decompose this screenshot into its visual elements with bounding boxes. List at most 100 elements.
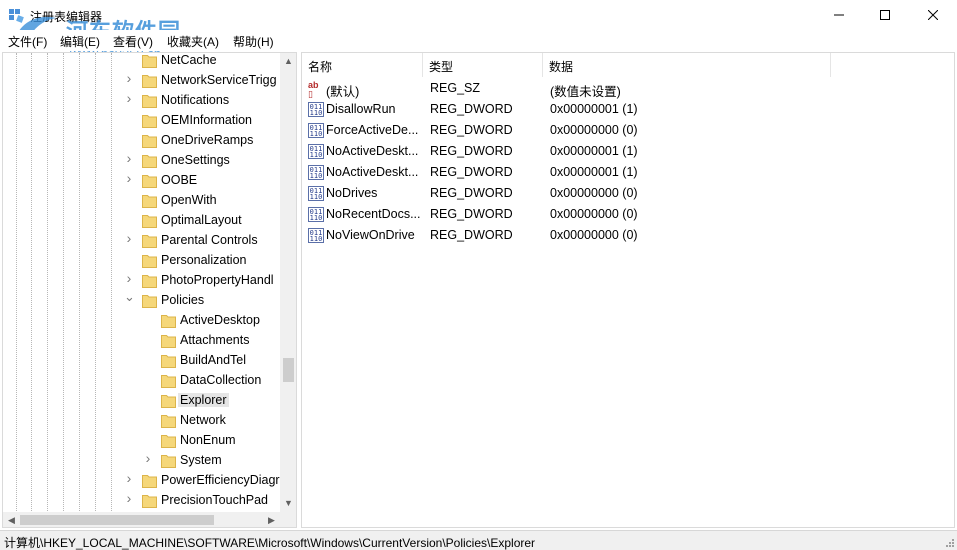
tree-vertical-scrollbar[interactable]: ▲ ▼	[280, 53, 296, 512]
tree-item-label: DataCollection	[180, 373, 262, 387]
tree-item[interactable]: Network	[3, 411, 280, 431]
dword-value-icon: 011 110	[308, 228, 324, 243]
value-row[interactable]: 011 110 NoViewOnDrive REG_DWORD 0x00000000 (…	[302, 225, 952, 246]
value-row[interactable]: 011 110 NoRecentDocs... REG_DWORD 0x00000000…	[302, 204, 952, 225]
folder-icon	[142, 195, 157, 208]
folder-icon	[142, 75, 157, 88]
value-row[interactable]: 011 110 NoActiveDeskt... REG_DWORD 0x0000000…	[302, 141, 952, 162]
dword-value-icon: 011 110	[308, 123, 324, 138]
value-row[interactable]: 011 110 DisallowRun REG_DWORD 0x00000001 (1)	[302, 99, 952, 120]
folder-icon	[161, 415, 176, 428]
scroll-corner	[280, 512, 296, 527]
tree-item[interactable]: NetCache	[3, 53, 280, 71]
value-type: REG_DWORD	[430, 144, 513, 158]
scroll-down-arrow-icon[interactable]: ▼	[280, 495, 296, 512]
tree-item[interactable]: › OneSettings	[3, 151, 280, 171]
tree-item[interactable]: Explorer	[3, 391, 280, 411]
menu-edit[interactable]: 编辑(E)	[60, 33, 100, 50]
chevron-right-icon[interactable]: ›	[124, 71, 134, 85]
value-type: REG_DWORD	[430, 228, 513, 242]
tree-item[interactable]: DataCollection	[3, 371, 280, 391]
values-list[interactable]: 名称 类型 数据 ab ▯ (默认) REG_SZ (数值未设置) 011 110 Disal…	[301, 52, 955, 528]
chevron-right-icon[interactable]: ›	[124, 171, 134, 185]
tree-item[interactable]: › PowerEfficiencyDiagr	[3, 471, 280, 491]
tree-item-label: OpenWith	[161, 193, 217, 207]
value-row[interactable]: ab ▯ (默认) REG_SZ (数值未设置)	[302, 78, 952, 100]
value-data: 0x00000001 (1)	[550, 144, 638, 158]
status-bar: 计算机\HKEY_LOCAL_MACHINE\SOFTWARE\Microsof…	[0, 530, 957, 550]
tree-vertical-scroll-thumb[interactable]	[283, 358, 294, 382]
folder-icon	[142, 95, 157, 108]
scroll-left-arrow-icon[interactable]: ◀	[3, 512, 20, 527]
tree-item-label: Explorer	[178, 393, 229, 407]
tree-item[interactable]: Personalization	[3, 251, 280, 271]
value-data: 0x00000000 (0)	[550, 228, 638, 242]
chevron-right-icon[interactable]: ›	[124, 151, 134, 165]
tree-item-label: PhotoPropertyHandl	[161, 273, 274, 287]
chevron-right-icon[interactable]: ›	[124, 471, 134, 485]
tree-item[interactable]: ⌄ Policies	[3, 290, 280, 311]
scroll-right-arrow-icon[interactable]: ▶	[263, 512, 280, 527]
menu-help[interactable]: 帮助(H)	[233, 33, 274, 50]
column-header-data[interactable]: 数据	[543, 53, 831, 77]
tree-item[interactable]: BuildAndTel	[3, 351, 280, 371]
tree-item[interactable]: OEMInformation	[3, 111, 280, 131]
tree-item[interactable]: › OOBE	[3, 171, 280, 191]
tree-horizontal-scroll-thumb[interactable]	[20, 515, 214, 525]
tree-item[interactable]: OpenWith	[3, 191, 280, 211]
tree-horizontal-scrollbar[interactable]: ◀ ▶	[3, 512, 280, 527]
dword-value-icon: 011 110	[308, 186, 324, 201]
window-title: 注册表编辑器	[30, 10, 103, 24]
value-name: NoActiveDeskt...	[326, 165, 419, 179]
chevron-right-icon[interactable]: ›	[124, 231, 134, 245]
tree-item[interactable]: NonEnum	[3, 431, 280, 451]
tree-item[interactable]: › Notifications	[3, 91, 280, 111]
folder-icon	[142, 215, 157, 228]
tree-item-label: BuildAndTel	[180, 353, 247, 367]
chevron-right-icon[interactable]: ›	[124, 491, 134, 505]
value-data: 0x00000000 (0)	[550, 186, 638, 200]
chevron-right-icon[interactable]: ›	[124, 271, 134, 285]
column-header-name[interactable]: 名称	[302, 53, 423, 77]
menu-view[interactable]: 查看(V)	[113, 33, 153, 50]
dword-value-icon: 011 110	[308, 165, 324, 180]
menu-favorites[interactable]: 收藏夹(A)	[167, 33, 219, 50]
minimize-icon	[834, 14, 844, 16]
tree-item[interactable]: › PhotoPropertyHandl	[3, 271, 280, 291]
close-button[interactable]	[910, 0, 956, 30]
value-type: REG_DWORD	[430, 207, 513, 221]
value-row[interactable]: 011 110 NoDrives REG_DWORD 0x00000000 (0)	[302, 183, 952, 204]
value-row[interactable]: 011 110 ForceActiveDe... REG_DWORD 0x0000000…	[302, 120, 952, 141]
tree-item[interactable]: OneDriveRamps	[3, 131, 280, 151]
tree-item[interactable]: Attachments	[3, 331, 280, 351]
minimize-button[interactable]	[816, 0, 862, 30]
value-type: REG_DWORD	[430, 165, 513, 179]
tree-item-label: OptimalLayout	[161, 213, 242, 227]
folder-icon	[142, 295, 157, 308]
tree-item[interactable]: ActiveDesktop	[3, 311, 280, 331]
value-row[interactable]: 011 110 NoActiveDeskt... REG_DWORD 0x0000000…	[302, 162, 952, 183]
menu-file[interactable]: 文件(F)	[8, 33, 47, 50]
tree-item[interactable]: › PrecisionTouchPad	[3, 491, 280, 511]
resize-grip-icon[interactable]	[945, 538, 955, 548]
chevron-right-icon[interactable]: ›	[124, 91, 134, 105]
registry-path: 计算机\HKEY_LOCAL_MACHINE\SOFTWARE\Microsof…	[4, 536, 536, 550]
tree-item-label: Network	[180, 413, 226, 427]
folder-icon	[161, 355, 176, 368]
maximize-button[interactable]	[862, 0, 908, 30]
scroll-up-arrow-icon[interactable]: ▲	[280, 53, 296, 70]
value-type: REG_DWORD	[430, 186, 513, 200]
value-name: NoActiveDeskt...	[326, 144, 419, 158]
folder-icon	[161, 395, 176, 408]
column-header-type[interactable]: 类型	[423, 53, 543, 77]
tree-item[interactable]: › Parental Controls	[3, 231, 280, 251]
tree-item-label: OneSettings	[161, 153, 230, 167]
chevron-down-icon[interactable]: ⌄	[124, 290, 135, 303]
tree-item[interactable]: › System	[3, 451, 280, 471]
tree-item[interactable]: OptimalLayout	[3, 211, 280, 231]
close-icon	[928, 10, 938, 20]
registry-tree[interactable]: NetCache › NetworkServiceTrigg › Notificatio…	[2, 52, 297, 528]
tree-item[interactable]: › NetworkServiceTrigg	[3, 71, 280, 91]
folder-icon	[142, 175, 157, 188]
chevron-right-icon[interactable]: ›	[143, 451, 153, 465]
